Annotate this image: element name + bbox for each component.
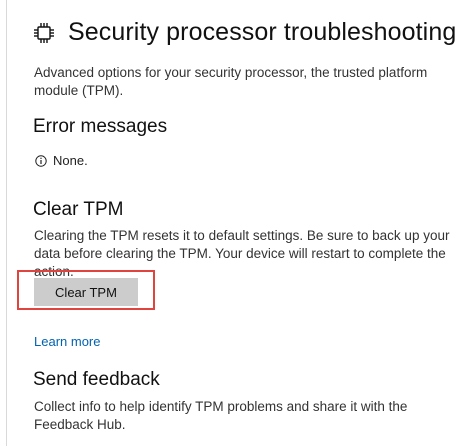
send-feedback-heading: Send feedback [33,369,160,390]
page-title: Security processor troubleshooting [68,18,457,46]
error-messages-heading: Error messages [33,116,168,137]
error-message-row: None. [35,153,88,168]
page-description: Advanced options for your security proce… [34,65,428,98]
info-icon [35,154,47,167]
learn-more-link[interactable]: Learn more [34,334,100,349]
error-message-text: None. [53,153,88,168]
page-header: Security processor troubleshooting [32,18,456,47]
chip-icon [32,21,56,45]
window-left-edge [0,0,7,446]
clear-tpm-heading: Clear TPM [33,199,124,220]
clear-tpm-button[interactable]: Clear TPM [34,278,138,306]
send-feedback-description: Collect info to help identify TPM proble… [34,399,408,432]
